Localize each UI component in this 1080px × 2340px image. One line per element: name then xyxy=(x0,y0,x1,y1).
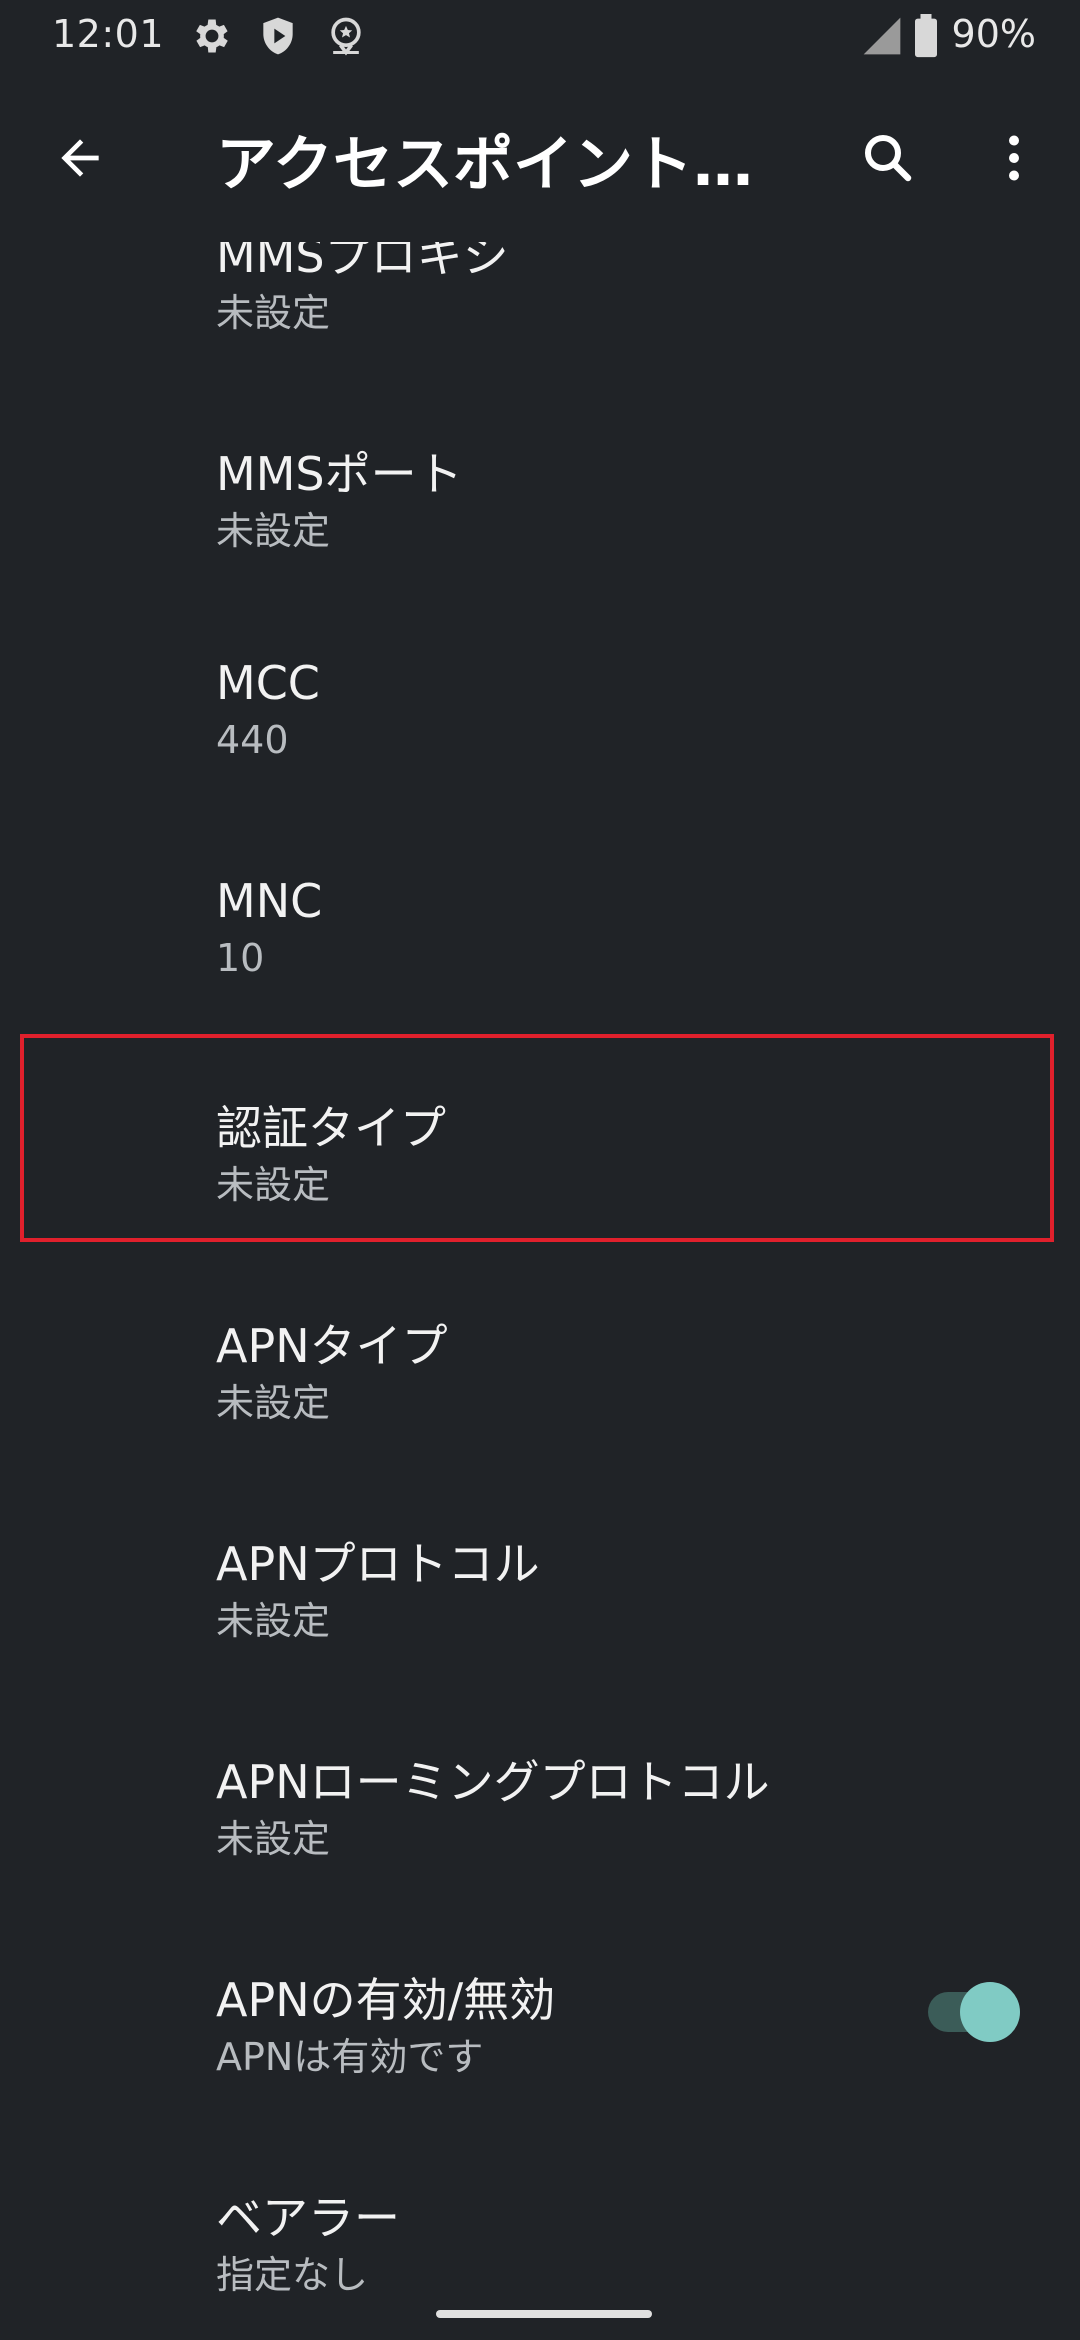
app-bar: アクセスポイント… xyxy=(0,76,1080,242)
pref-summary: 指定なし xyxy=(216,2253,369,2297)
pref-summary: 未設定 xyxy=(216,291,331,335)
pref-summary: 未設定 xyxy=(216,509,331,553)
pref-title: MNC xyxy=(216,874,323,928)
gesture-nav-handle[interactable] xyxy=(436,2310,652,2318)
settings-gear-icon xyxy=(190,14,234,58)
pref-auth-type[interactable]: 認証タイプ 未設定 xyxy=(0,1028,1080,1246)
pref-summary: 未設定 xyxy=(216,1163,331,1207)
toggle-thumb xyxy=(960,1982,1020,2042)
shield-icon xyxy=(256,14,300,58)
location-pin-icon xyxy=(324,14,368,58)
pref-mms-port[interactable]: MMSポート 未設定 xyxy=(0,374,1080,592)
search-icon xyxy=(865,135,912,182)
pref-title: ベアラー xyxy=(216,2191,400,2245)
status-bar: 12:01 90% xyxy=(0,0,1080,76)
pref-summary: 未設定 xyxy=(216,1599,331,1643)
pref-title: MMSポート xyxy=(216,447,463,501)
pref-title: 認証タイプ xyxy=(216,1101,446,1155)
pref-title: APNローミングプロトコル xyxy=(216,1755,770,1809)
pref-summary: 未設定 xyxy=(216,1817,331,1861)
pref-bearer[interactable]: ベアラー 指定なし xyxy=(0,2118,1080,2336)
pref-title: APNタイプ xyxy=(216,1319,448,1373)
status-time: 12:01 xyxy=(52,12,165,56)
preference-list[interactable]: MMSプロキシ 未設定 MMSポート 未設定 MCC 440 MNC 10 認証… xyxy=(0,242,1080,2340)
pref-mnc[interactable]: MNC 10 xyxy=(0,810,1080,1028)
pref-apn-enable[interactable]: APNの有効/無効 APNは有効です xyxy=(0,1900,1080,2118)
battery-icon xyxy=(912,14,940,58)
pref-apn-roaming-protocol[interactable]: APNローミングプロトコル 未設定 xyxy=(0,1682,1080,1900)
pref-apn-type[interactable]: APNタイプ 未設定 xyxy=(0,1246,1080,1464)
pref-apn-protocol[interactable]: APNプロトコル 未設定 xyxy=(0,1464,1080,1682)
search-button[interactable] xyxy=(846,116,930,200)
more-vert-icon xyxy=(1009,135,1019,181)
pref-summary: 未設定 xyxy=(216,1381,331,1425)
pref-title: APNプロトコル xyxy=(216,1537,540,1591)
more-options-button[interactable] xyxy=(974,116,1054,200)
pref-title: APNの有効/無効 xyxy=(216,1973,556,2027)
pref-summary: 10 xyxy=(216,936,265,980)
arrow-back-icon xyxy=(61,139,99,177)
back-button[interactable] xyxy=(40,118,120,198)
apn-enable-toggle[interactable] xyxy=(924,1972,1024,2042)
pref-mms-proxy[interactable]: MMSプロキシ 未設定 xyxy=(0,242,1080,374)
pref-title: MCC xyxy=(216,656,320,710)
battery-percent: 90% xyxy=(951,12,1036,56)
pref-summary: APNは有効です xyxy=(216,2035,484,2079)
cell-signal-icon xyxy=(860,14,904,58)
pref-title: MMSプロキシ xyxy=(216,242,509,283)
page-title: アクセスポイント… xyxy=(216,130,753,200)
pref-mcc[interactable]: MCC 440 xyxy=(0,592,1080,810)
pref-summary: 440 xyxy=(216,718,289,762)
